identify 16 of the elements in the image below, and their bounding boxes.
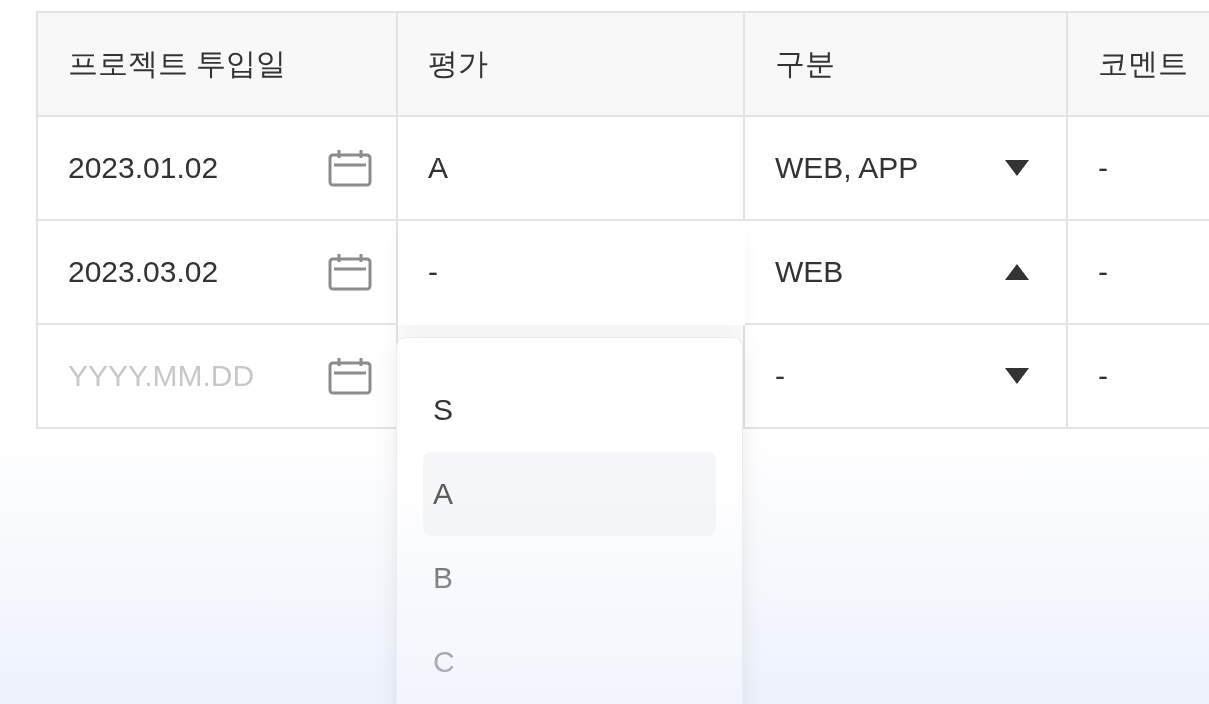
calendar-icon[interactable] [328, 357, 372, 395]
grade-select[interactable]: A [398, 117, 745, 221]
type-select[interactable]: - [745, 325, 1068, 429]
column-header: 코멘트 [1068, 13, 1209, 117]
dropdown-option[interactable]: B [423, 536, 716, 620]
column-header: 프로젝트 투입일 [38, 13, 398, 117]
dropdown-option[interactable]: S [423, 368, 716, 452]
type-select[interactable]: WEB [745, 221, 1068, 325]
date-field[interactable]: 2023.01.02 [68, 151, 298, 185]
dropdown-option[interactable]: A [423, 452, 716, 536]
column-header: 구분 [745, 13, 1068, 117]
column-header: 평가 [398, 13, 745, 117]
calendar-icon[interactable] [328, 149, 372, 187]
calendar-icon[interactable] [328, 253, 372, 291]
type-select[interactable]: WEB, APP [745, 117, 1068, 221]
date-field[interactable]: 2023.03.02 [68, 255, 298, 289]
